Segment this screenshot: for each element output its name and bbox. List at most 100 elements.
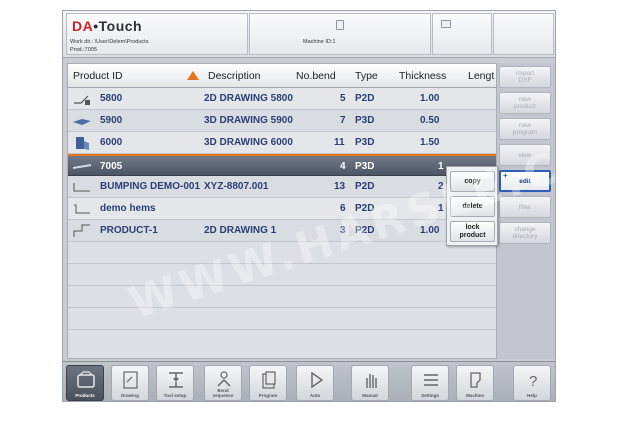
thickness-cell: 0.50 [420,115,440,126]
product-id-cell: demo hems [100,203,156,214]
product-id-cell: 5800 [100,93,123,104]
lock-icon [441,20,451,28]
program-icon [262,371,276,389]
table-row-selected[interactable]: 7005 4 P3D 1 [68,154,496,176]
bends-cell: 6 [340,203,346,214]
2d-profile-icon [74,204,90,214]
auto-tab[interactable]: Auto [296,365,334,401]
delete-button[interactable]: delete [450,196,495,217]
column-description[interactable]: Description [208,70,261,82]
product-id-cell: 6000 [100,137,123,148]
table-row[interactable]: 5900 3D DRAWING 5900 7 P3D 0.50 [68,110,496,132]
2d-profile-icon [73,224,90,237]
type-cell: P2D [355,181,375,192]
description-cell: 2D DRAWING 1 [204,225,277,236]
empty-row [68,308,496,330]
description-cell: 3D DRAWING 6000 [204,137,293,148]
thickness-cell: 1.00 [420,93,440,104]
header-bar: DA•Touch Work dir.: \User\Delem\Products… [63,11,555,58]
table-row[interactable]: 6000 3D DRAWING 6000 11 P3D 1.50 [68,132,496,154]
header-machine-panel: Machine ID:1 [249,13,431,55]
change-directory-button[interactable]: change directory [499,222,551,244]
product-id-cell: 7005 [100,161,123,172]
thickness-cell: 2 [438,181,444,192]
table-row[interactable]: PRODUCT-1 2D DRAWING 1 3 P2D 1.00 [68,220,496,242]
thickness-cell: 1.00 [420,225,440,236]
da-touch-screen: DA•Touch Work dir.: \User\Delem\Products… [62,10,556,402]
settings-label: Settings [421,393,439,398]
settings-tab[interactable]: Settings [411,365,449,401]
product-table: Product ID Description No.bend Type Thic… [67,63,497,359]
svg-text:?: ? [529,373,537,390]
product-id-cell: BUMPING DEMO-001 [100,181,201,192]
lock-product-button[interactable]: lock product [450,221,495,242]
edit-button-label: edit [519,177,531,185]
help-label: Help [527,393,537,398]
type-cell: P3D [355,161,375,172]
type-cell: P3D [355,137,375,148]
edit-button[interactable]: + edit [499,170,551,192]
product-id-cell: 5900 [100,115,123,126]
header-status-panel [432,13,492,55]
bends-cell: 11 [334,137,345,148]
machine-label: Machine [465,393,484,398]
bends-cell: 13 [334,181,346,192]
bend-sequence-label: Bend sequence [212,388,234,398]
context-popup: copy delete lock product [446,166,498,246]
help-icon: ? [529,373,537,390]
products-icon [77,371,95,388]
table-row[interactable]: BUMPING DEMO-001 XYZ-8807.001 13 P2D 2 [68,176,496,198]
products-label: Products [75,393,95,398]
drawing-tab[interactable]: Drawing [111,365,149,401]
description-cell: XYZ-8807.001 [204,181,269,192]
new-program-button[interactable]: new program [499,118,551,140]
2d-drawing-icon [74,95,90,105]
sort-ascending-icon[interactable] [187,71,199,80]
program-tab[interactable]: Program [249,365,287,401]
empty-row [68,330,496,358]
type-cell: P2D [355,225,375,236]
bend-sequence-tab[interactable]: Bend sequence [204,365,242,401]
table-header: Product ID Description No.bend Type Thic… [68,64,496,88]
work-dir-label: Work dir.: \User\Delem\Products [70,39,149,45]
2d-profile-icon [73,183,90,192]
thickness-cell: 1 [438,161,444,172]
table-row[interactable]: demo hems 6 P2D 1 [68,198,496,220]
machine-tab[interactable]: Machine [456,365,494,401]
column-thickness[interactable]: Thickness [399,70,446,82]
table-row[interactable]: 5800 2D DRAWING 5800 5 P2D 1.00 [68,88,496,110]
type-cell: P2D [355,203,375,214]
column-type[interactable]: Type [355,70,378,82]
products-tab[interactable]: Products [66,365,104,401]
column-no-bend[interactable]: No.bend [296,70,336,82]
3d-part-icon [73,119,91,125]
drawing-label: Drawing [121,393,139,398]
column-product-id[interactable]: Product ID [73,70,123,82]
view-button[interactable]: view [499,144,551,166]
bends-cell: 4 [340,161,346,172]
manual-tab[interactable]: Manual [351,365,389,401]
drawing-icon [123,371,138,389]
copy-button[interactable]: copy [450,171,495,192]
type-cell: P3D [355,115,375,126]
tool-setup-tab[interactable]: Tool setup [156,365,194,401]
empty-row [68,286,496,308]
memory-icon [336,20,344,30]
import-dxf-button[interactable]: import DXF [499,66,551,88]
column-length[interactable]: Lengt [468,70,494,82]
bottom-toolbar: Products Drawing Tool setup Bend sequenc… [63,361,555,401]
empty-row [68,264,496,286]
bends-cell: 3 [340,225,346,236]
empty-row [68,242,496,264]
app-logo: DA•Touch [72,18,143,34]
filter-button[interactable]: filter [499,196,551,218]
tool-setup-label: Tool setup [163,393,187,398]
help-tab[interactable]: ? Help [513,365,551,401]
manual-icon [366,374,377,388]
description-cell: 3D DRAWING 5900 [204,115,293,126]
product-id-cell: PRODUCT-1 [100,225,158,236]
product-label: Prod.:7005 [70,47,97,53]
auto-label: Auto [309,393,321,398]
thickness-cell: 1 [438,203,444,214]
new-product-button[interactable]: new product [499,92,551,114]
